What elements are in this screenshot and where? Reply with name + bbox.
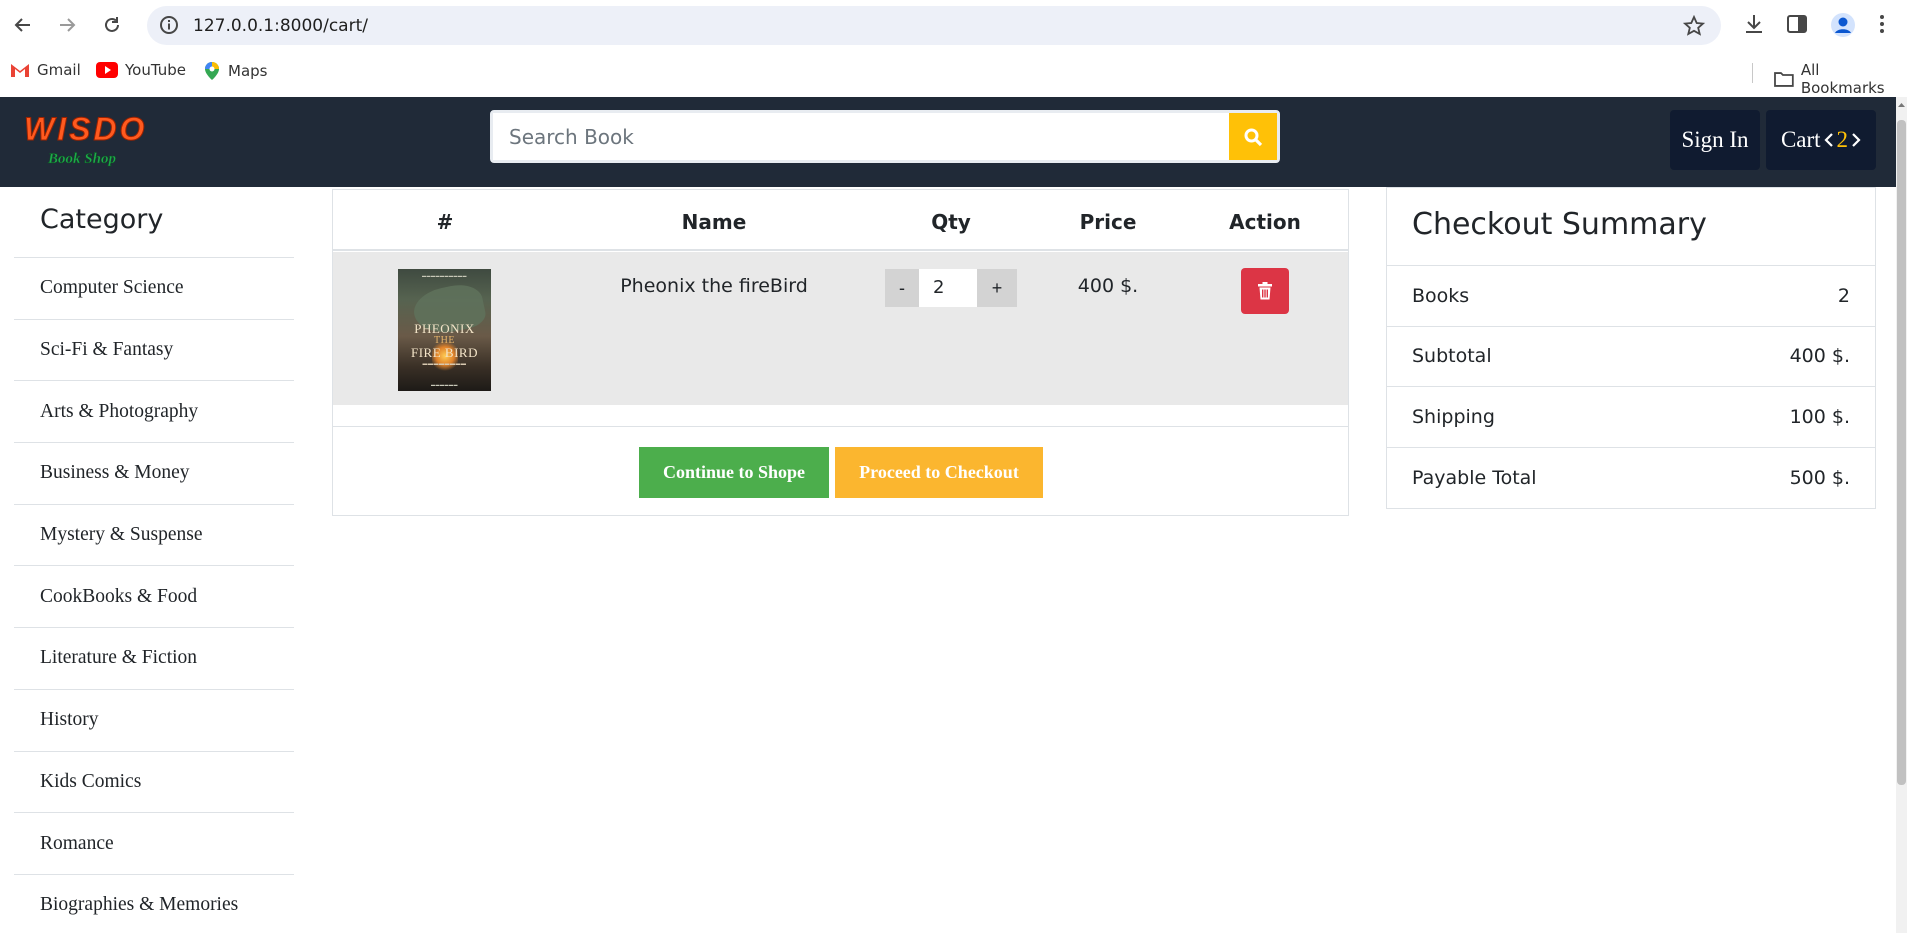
- continue-shopping-button[interactable]: Continue to Shope: [639, 447, 829, 498]
- category-item[interactable]: Romance: [14, 813, 294, 875]
- back-button[interactable]: [8, 10, 38, 40]
- delete-item-button[interactable]: [1241, 268, 1289, 314]
- category-list: Computer Science Sci-Fi & Fantasy Arts &…: [14, 258, 294, 933]
- download-icon[interactable]: [1742, 12, 1766, 41]
- bookmarks-divider: [1752, 63, 1753, 83]
- quantity-stepper: - 2 +: [885, 269, 1017, 307]
- url-text: 127.0.0.1:8000/cart/: [193, 16, 368, 36]
- trash-icon: [1258, 282, 1272, 300]
- site-logo[interactable]: WISDO Book Shop: [22, 109, 156, 169]
- summary-value: 400 $.: [1789, 345, 1850, 368]
- search-input[interactable]: [493, 113, 1231, 160]
- cart-button[interactable]: Cart 2: [1766, 110, 1876, 170]
- profile-avatar-icon[interactable]: [1830, 12, 1856, 43]
- youtube-icon: [96, 62, 118, 78]
- address-bar[interactable]: 127.0.0.1:8000/cart/: [147, 6, 1721, 45]
- reload-button[interactable]: [97, 10, 127, 40]
- cart-count: 2: [1836, 127, 1849, 152]
- forward-arrow-icon: [60, 18, 76, 32]
- bookmark-label: YouTube: [125, 61, 186, 79]
- chevron-right-icon: [1852, 133, 1861, 147]
- reload-icon: [105, 17, 119, 32]
- page-scrollbar-thumb[interactable]: [1897, 120, 1906, 785]
- book-price: 400 $.: [1077, 275, 1139, 297]
- checkout-summary: Checkout Summary Books 2 Subtotal 400 $.…: [1386, 187, 1876, 509]
- summary-label: Shipping: [1412, 405, 1495, 428]
- search-box: [490, 110, 1280, 163]
- summary-row-subtotal: Subtotal 400 $.: [1387, 327, 1875, 387]
- summary-label: Books: [1412, 284, 1470, 307]
- category-title: Category: [14, 187, 294, 258]
- proceed-checkout-button[interactable]: Proceed to Checkout: [835, 447, 1043, 498]
- header-qty: Qty: [931, 210, 971, 234]
- maps-icon: [205, 62, 219, 80]
- category-item[interactable]: Business & Money: [14, 443, 294, 505]
- logo-text: WISDO: [24, 111, 147, 147]
- forward-button[interactable]: [52, 10, 82, 40]
- all-bookmarks-label: All Bookmarks: [1800, 61, 1885, 97]
- summary-title: Checkout Summary: [1387, 188, 1875, 266]
- header-price: Price: [1079, 210, 1137, 234]
- qty-increment-button[interactable]: +: [977, 269, 1017, 307]
- summary-label: Payable Total: [1412, 466, 1537, 489]
- bookmark-youtube[interactable]: YouTube: [96, 61, 186, 79]
- all-bookmarks-button[interactable]: All Bookmarks: [1774, 61, 1907, 97]
- bookmark-maps[interactable]: Maps: [203, 61, 267, 81]
- category-item[interactable]: Sci-Fi & Fantasy: [14, 320, 294, 382]
- menu-kebab-icon[interactable]: [1878, 12, 1886, 41]
- summary-row-books: Books 2: [1387, 266, 1875, 327]
- summary-row-shipping: Shipping 100 $.: [1387, 387, 1875, 448]
- cart-table: # Name Qty Price Action ▬▬▬▬▬▬▬▬▬▬ PHEON…: [332, 189, 1349, 516]
- gmail-icon: [11, 64, 29, 77]
- cover-subtitle-text: ▬▬▬▬▬▬▬▬: [422, 362, 467, 367]
- bookmark-label: Gmail: [37, 61, 81, 79]
- sign-in-label: Sign In: [1681, 127, 1749, 152]
- category-item[interactable]: Literature & Fiction: [14, 628, 294, 690]
- summary-row-total: Payable Total 500 $.: [1387, 448, 1875, 509]
- back-arrow-icon: [14, 18, 30, 32]
- summary-value: 2: [1837, 284, 1850, 307]
- category-item[interactable]: History: [14, 690, 294, 752]
- sign-in-button[interactable]: Sign In: [1670, 110, 1760, 170]
- summary-value: 500 $.: [1789, 466, 1850, 489]
- header-name: Name: [681, 210, 747, 234]
- search-button[interactable]: [1229, 113, 1277, 160]
- summary-label: Subtotal: [1412, 345, 1492, 368]
- cover-author-text: ▬▬▬▬▬▬: [431, 382, 458, 387]
- side-panel-icon[interactable]: [1785, 12, 1809, 41]
- summary-value: 100 $.: [1789, 405, 1850, 428]
- category-item[interactable]: Arts & Photography: [14, 381, 294, 444]
- folder-icon: [1774, 72, 1794, 87]
- cart-actions: Continue to Shope Proceed to Checkout: [333, 426, 1348, 515]
- bookmark-star-icon[interactable]: [1682, 14, 1706, 42]
- header-action: Action: [1229, 210, 1301, 234]
- scroll-up-arrow-icon[interactable]: [1897, 100, 1906, 110]
- qty-decrement-button[interactable]: -: [885, 269, 919, 307]
- logo-subtext: Book Shop: [47, 151, 116, 167]
- category-item[interactable]: Biographies & Memories: [14, 875, 294, 933]
- cart-label: Cart: [1780, 127, 1821, 152]
- qty-input[interactable]: 2: [919, 269, 977, 307]
- bookmarks-bar: Gmail YouTube Maps All Bookmarks: [0, 50, 1907, 97]
- category-item[interactable]: Mystery & Suspense: [14, 505, 294, 567]
- category-item[interactable]: Kids Comics: [14, 752, 294, 814]
- header-index: #: [436, 210, 454, 234]
- cover-title-line-3: FIRE BIRD: [411, 345, 478, 360]
- table-row: ▬▬▬▬▬▬▬▬▬▬ PHEONIX THE FIRE BIRD ▬▬▬▬▬▬▬…: [333, 252, 1348, 405]
- search-icon: [1244, 128, 1263, 146]
- book-name: Pheonix the fireBird: [620, 275, 808, 297]
- bookmark-gmail[interactable]: Gmail: [10, 61, 81, 79]
- site-info-icon[interactable]: [159, 15, 179, 40]
- category-item[interactable]: CookBooks & Food: [14, 566, 294, 629]
- category-sidebar: Category Computer Science Sci-Fi & Fanta…: [14, 187, 294, 933]
- site-navbar: WISDO Book Shop Sign In Cart 2: [0, 97, 1896, 187]
- cart-table-header: # Name Qty Price Action: [333, 190, 1348, 251]
- browser-toolbar: 127.0.0.1:8000/cart/: [0, 0, 1907, 50]
- book-cover-image: ▬▬▬▬▬▬▬▬▬▬ PHEONIX THE FIRE BIRD ▬▬▬▬▬▬▬…: [398, 269, 491, 391]
- cover-top-text: ▬▬▬▬▬▬▬▬▬▬: [422, 273, 467, 278]
- chevron-left-icon: [1823, 133, 1833, 147]
- bookmark-label: Maps: [228, 62, 268, 80]
- category-item[interactable]: Computer Science: [14, 258, 294, 320]
